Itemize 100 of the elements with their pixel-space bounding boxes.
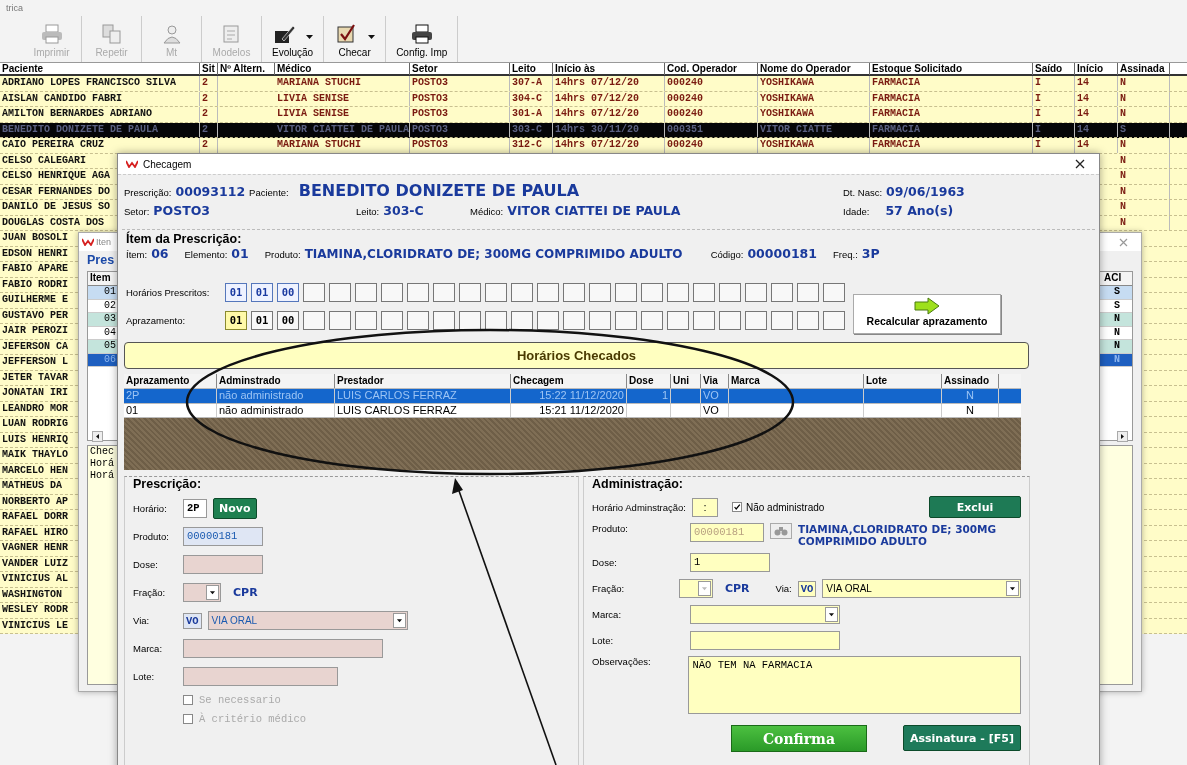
field-label: Fração: <box>133 587 167 598</box>
checkbox-icon <box>183 695 193 705</box>
column-header: Marca <box>729 374 864 388</box>
table-cell: 14 <box>1075 138 1118 153</box>
time-field[interactable]: 2P <box>183 499 207 518</box>
product-field[interactable]: 00000181 <box>183 527 263 546</box>
fraction-dropdown[interactable] <box>679 579 713 598</box>
field-label: Produto: <box>264 249 301 260</box>
route-code-field[interactable]: VO <box>797 580 817 597</box>
table-cell: LUIS CARLOS FERRAZ <box>335 389 511 403</box>
table-cell: 14hrs 07/12/20 <box>553 91 665 106</box>
section-title: Horários Checados <box>124 342 1029 369</box>
field-value: 06 <box>151 246 169 261</box>
group-title: Prescrição: <box>133 477 203 491</box>
table-cell: VITOR CIATTEI DE PAULA <box>275 122 410 137</box>
time-slot[interactable]: 00 <box>277 310 299 330</box>
checkbox[interactable]: Não administrado <box>732 501 825 513</box>
column-header: Início às <box>553 63 665 75</box>
table-cell: FARMACIA <box>870 122 1033 137</box>
table-cell: BENEDITO DONIZETE DE PAULA <box>0 122 200 137</box>
time-slot[interactable] <box>459 310 481 330</box>
caret-icon <box>825 607 838 622</box>
table-cell: YOSHIKAWA <box>758 76 870 91</box>
table-cell: 01 <box>124 403 217 417</box>
table-cell-text: N <box>1113 313 1121 326</box>
table-cell: N <box>1118 184 1170 199</box>
table-cell: S <box>1118 122 1170 137</box>
table-cell: N <box>942 403 999 417</box>
route-dropdown[interactable]: VIA ORAL <box>207 611 408 630</box>
table-cell: 2 <box>200 91 218 106</box>
time-slot[interactable]: 01 <box>251 310 273 330</box>
time-slot[interactable]: 01 <box>251 282 273 302</box>
scroll-right-icon[interactable] <box>1117 431 1128 442</box>
table-cell: N <box>1118 107 1170 122</box>
caret-icon <box>392 613 406 628</box>
sign-button[interactable]: Assinatura - [F5] <box>902 725 1021 751</box>
column-header: Prestador <box>335 374 511 388</box>
patient-row[interactable]: AMILTON BERNARDES ADRIANO 2 LIVIA SENISE POSTO3 301-A 14hrs 07/12/20 000240 YOSHIKAWA FARMACIA I 14 N <box>0 107 1187 123</box>
time-slot[interactable] <box>433 310 455 330</box>
time-slot[interactable]: 01 <box>225 310 247 330</box>
search-button[interactable] <box>770 523 792 539</box>
table-cell: POSTO3 <box>410 91 510 106</box>
field-label: Horário Adminstração: <box>592 501 686 513</box>
binoculars-icon <box>774 526 788 536</box>
notes-field[interactable]: NÃO TEM NA FARMACIA <box>688 656 1021 714</box>
table-cell: LIVIA SENISE <box>275 91 410 106</box>
recalculate-button[interactable]: Recalcular aprazamento <box>853 294 1001 334</box>
logo-icon <box>82 238 94 246</box>
table-cell: N <box>1118 91 1170 106</box>
table-cell: N <box>1118 200 1170 215</box>
column-header: Assinado <box>942 374 999 388</box>
brand-dropdown[interactable] <box>690 605 840 624</box>
field-value: 3P <box>861 246 880 261</box>
batch-field[interactable] <box>183 667 338 686</box>
table-cell: 000240 <box>665 138 758 153</box>
scroll-left-icon[interactable] <box>92 431 103 442</box>
column-header: Estoque Solicitado <box>870 63 1033 75</box>
dose-field[interactable]: 1 <box>690 553 770 572</box>
table-cell: POSTO3 <box>410 107 510 122</box>
field-label: Via: <box>775 583 792 594</box>
patient-row[interactable]: ADRIANO LOPES FRANCISCO SILVA 2 MARIANA STUCHI POSTO3 307-A 14hrs 07/12/20 000240 YOSHIKAWA FARMACIA I 14 N <box>0 76 1187 92</box>
route-code-field[interactable]: VO <box>183 612 202 629</box>
fraction-dropdown[interactable] <box>183 583 221 602</box>
brand-field[interactable] <box>183 639 383 658</box>
route-dropdown[interactable]: VIA ORAL <box>822 579 1021 598</box>
time-slot[interactable] <box>511 310 533 330</box>
table-cell: FARMACIA <box>870 107 1033 122</box>
field-label: Dose: <box>133 559 159 570</box>
close-icon[interactable] <box>1075 159 1085 169</box>
checkbox-icon <box>732 502 742 512</box>
column-header: Leito <box>510 63 553 75</box>
batch-field[interactable] <box>690 631 840 650</box>
time-slot[interactable]: 01 <box>225 282 247 302</box>
field-label: Via: <box>133 615 151 626</box>
patient-row[interactable]: CAIO PEREIRA CRUZ 2 MARIANA STUCHI POSTO3 312-C 14hrs 07/12/20 000240 YOSHIKAWA FARMACIA I 14 N <box>0 138 1187 154</box>
field-label: Fração: <box>592 583 626 594</box>
new-button[interactable]: Novo <box>213 498 257 519</box>
field-value: VITOR CIATTEI DE PAULA <box>507 203 681 218</box>
table-cell-text: 03 <box>103 313 117 326</box>
field-value: 57 Ano(s) <box>885 203 954 218</box>
field-label: Observações: <box>592 656 652 667</box>
table-cell: FARMACIA <box>870 91 1033 106</box>
time-slot[interactable]: 00 <box>277 282 299 302</box>
table-cell: 2 <box>200 138 218 153</box>
table-cell: I <box>1033 122 1075 137</box>
time-slot[interactable] <box>485 310 507 330</box>
table-cell: N <box>1118 169 1170 184</box>
column-header: Checagem <box>511 374 627 388</box>
time-field[interactable]: : <box>692 497 718 517</box>
column-header: Assinada <box>1118 63 1170 75</box>
patient-row[interactable]: AISLAN CANDIDO FABRI 2 LIVIA SENISE POSTO3 304-C 14hrs 07/12/20 000240 YOSHIKAWA FARMACIA I 14 N <box>0 91 1187 107</box>
table-cell: I <box>1033 138 1075 153</box>
column-header: Lote <box>864 374 942 388</box>
dose-field[interactable] <box>183 555 263 574</box>
table-cell: 000240 <box>665 76 758 91</box>
column-header: Nome do Operador <box>758 63 870 75</box>
table-cell: 14 <box>1075 122 1118 137</box>
table-cell: 2 <box>200 107 218 122</box>
delete-button[interactable]: Exclui <box>929 496 1021 518</box>
field-label: Marca: <box>133 643 164 654</box>
